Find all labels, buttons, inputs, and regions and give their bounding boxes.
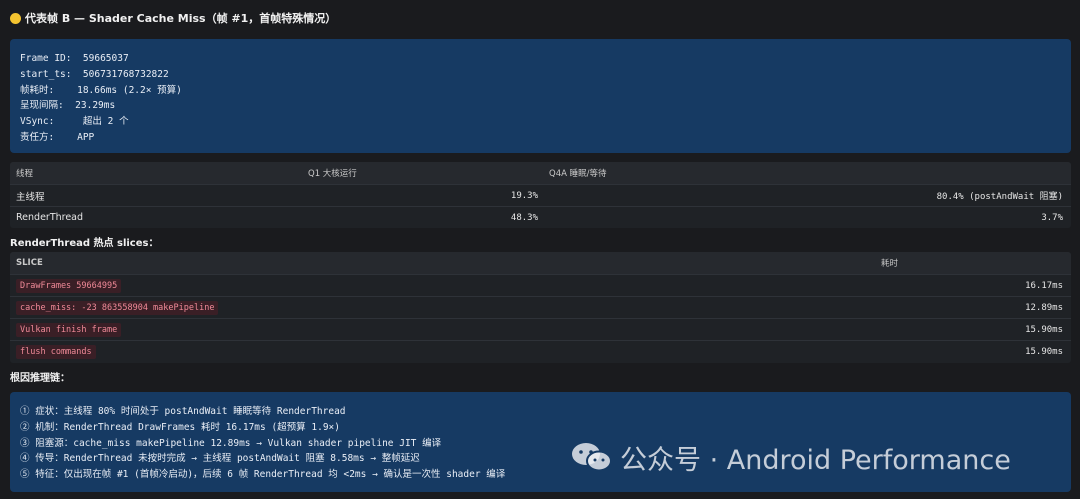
slices-section-title: RenderThread 热点 slices： [10, 238, 159, 249]
col-q4a: Q4A 睡眠/等待 [549, 169, 607, 179]
col-q1: Q1 大核运行 [308, 169, 357, 179]
table-row: cache_miss: -23 863558904 makePipeline 1… [10, 296, 1071, 318]
chain-step: ① 症状：主线程 80% 时间处于 postAndWait 睡眠等待 Rende… [20, 406, 346, 417]
slice-duration: 12.89ms [1025, 302, 1063, 313]
watermark-text: 公众号 · Android Performance [620, 444, 1011, 476]
table-row: RenderThread 48.3% 3.7% [10, 206, 1071, 228]
frame-info-line: Frame ID: 59665037 [20, 53, 129, 64]
thread-table-header: 线程 Q1 大核运行 Q4A 睡眠/等待 [10, 162, 1071, 184]
slice-duration: 15.90ms [1025, 346, 1063, 357]
frame-info-line: VSync: 超出 2 个 [20, 116, 129, 128]
title-bar: 代表帧 B — Shader Cache Miss（帧 #1，首帧特殊情况） [10, 9, 336, 27]
table-row: DrawFrames 59664995 16.17ms [10, 274, 1071, 296]
wechat-icon [572, 443, 612, 472]
thread-q4a: 3.7% [1041, 212, 1063, 223]
slice-name-tag: cache_miss: -23 863558904 makePipeline [16, 300, 219, 315]
frame-info-line: 呈现间隔: 23.29ms [20, 100, 116, 112]
frame-info-panel: Frame ID: 59665037 start_ts: 50673176873… [10, 39, 1071, 153]
frame-info-line: start_ts: 506731768732822 [20, 68, 169, 80]
slice-table-header: SLICE 耗时 [10, 252, 1071, 274]
table-row: flush commands 15.90ms [10, 340, 1071, 362]
table-row: 主线程 19.3% 80.4% (postAndWait 阻塞) [10, 184, 1071, 206]
thread-table: 线程 Q1 大核运行 Q4A 睡眠/等待 主线程 19.3% 80.4% (po… [10, 162, 1071, 228]
slice-name-tag: Vulkan finish frame [16, 322, 122, 337]
table-row: Vulkan finish frame 15.90ms [10, 318, 1071, 340]
chain-section-title: 根因推理链： [10, 373, 70, 384]
col-slice: SLICE [16, 258, 43, 268]
thread-name: 主线程 [16, 191, 45, 203]
slice-duration: 15.90ms [1025, 324, 1063, 335]
frame-info-line: 责任方: APP [20, 131, 95, 143]
slice-name-tag: flush commands [16, 344, 96, 359]
col-duration: 耗时 [881, 259, 899, 269]
col-thread: 线程 [16, 169, 34, 179]
frame-info-line: 帧耗时: 18.66ms (2.2× 预算) [20, 84, 182, 96]
thread-q1: 19.3% [510, 190, 538, 201]
slice-table: SLICE 耗时 DrawFrames 59664995 16.17ms cac… [10, 252, 1071, 363]
slice-duration: 16.17ms [1025, 280, 1063, 291]
chain-step: ② 机制：RenderThread DrawFrames 耗时 16.17ms … [20, 421, 340, 433]
page-title: 代表帧 B — Shader Cache Miss（帧 #1，首帧特殊情况） [25, 12, 337, 25]
thread-name: RenderThread [16, 212, 84, 223]
slice-name-tag: DrawFrames 59664995 [16, 278, 122, 293]
thread-q1: 48.3% [510, 212, 538, 223]
thread-q4a: 80.4% (postAndWait 阻塞) [936, 192, 1063, 202]
watermark: 公众号 · Android Performance [570, 440, 1011, 476]
yellow-dot-icon [10, 12, 21, 24]
